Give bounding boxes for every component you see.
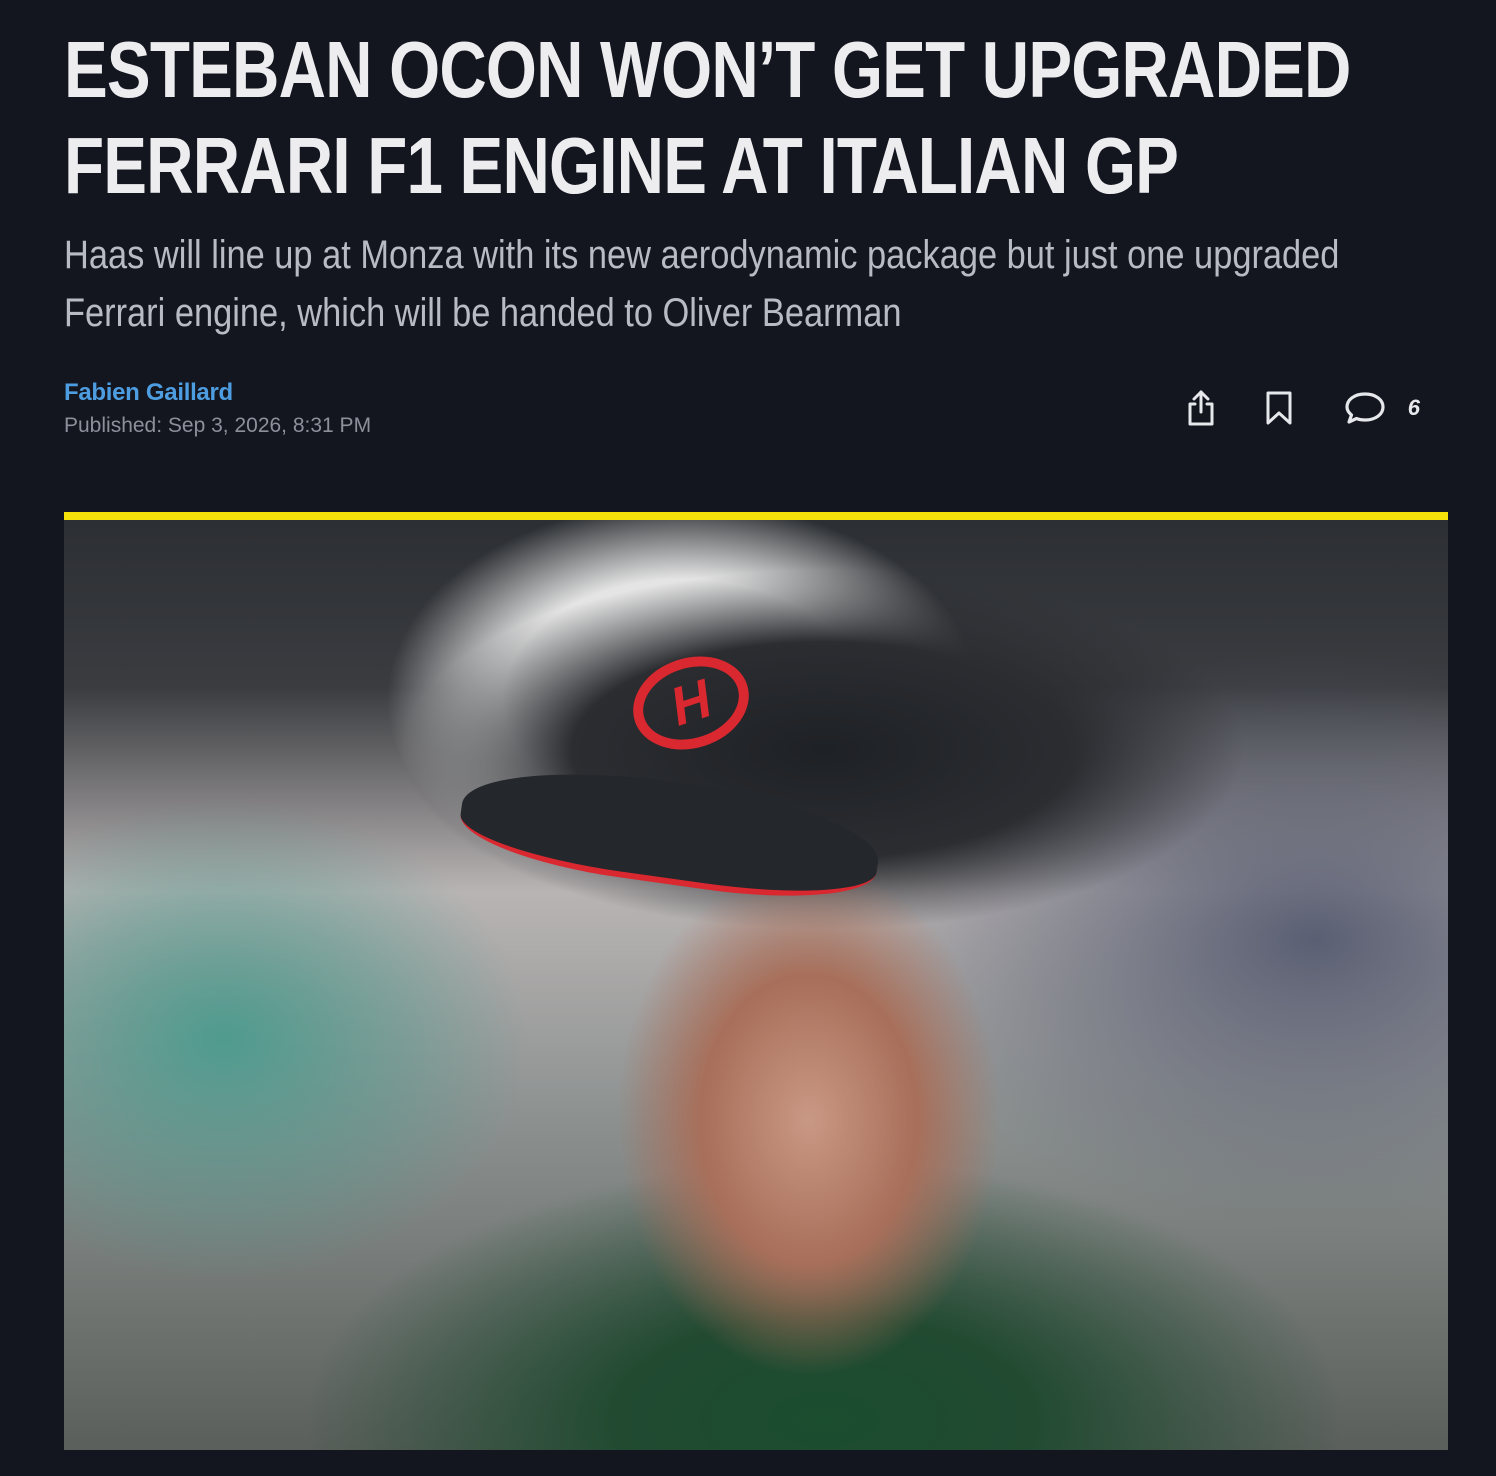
author-link[interactable]: Fabien Gaillard xyxy=(64,378,371,408)
article-headline: ESTEBAN OCON WON’T GET UPGRADED FERRARI … xyxy=(64,25,1351,210)
article-standfirst: Haas will line up at Monza with its new … xyxy=(64,233,1340,335)
share-icon xyxy=(1184,388,1218,428)
comments-button[interactable]: 6 xyxy=(1344,389,1420,427)
published-timestamp: Published: Sep 3, 2026, 8:31 PM xyxy=(64,412,371,440)
comment-icon xyxy=(1344,389,1386,427)
published-label: Published: xyxy=(64,414,163,437)
bookmark-button[interactable] xyxy=(1264,389,1294,427)
comment-count: 6 xyxy=(1407,395,1420,420)
bookmark-icon xyxy=(1264,389,1294,427)
byline: Fabien Gaillard Published: Sep 3, 2026, … xyxy=(64,378,371,440)
cap-brim-shape xyxy=(454,753,886,913)
driver-photo xyxy=(64,520,1448,1450)
article-actions: 6 xyxy=(1184,388,1420,428)
published-date: Sep 3, 2026, 8:31 PM xyxy=(167,414,372,437)
haas-logo-icon xyxy=(620,641,762,765)
hero-image xyxy=(64,512,1448,1450)
share-button[interactable] xyxy=(1184,388,1218,428)
